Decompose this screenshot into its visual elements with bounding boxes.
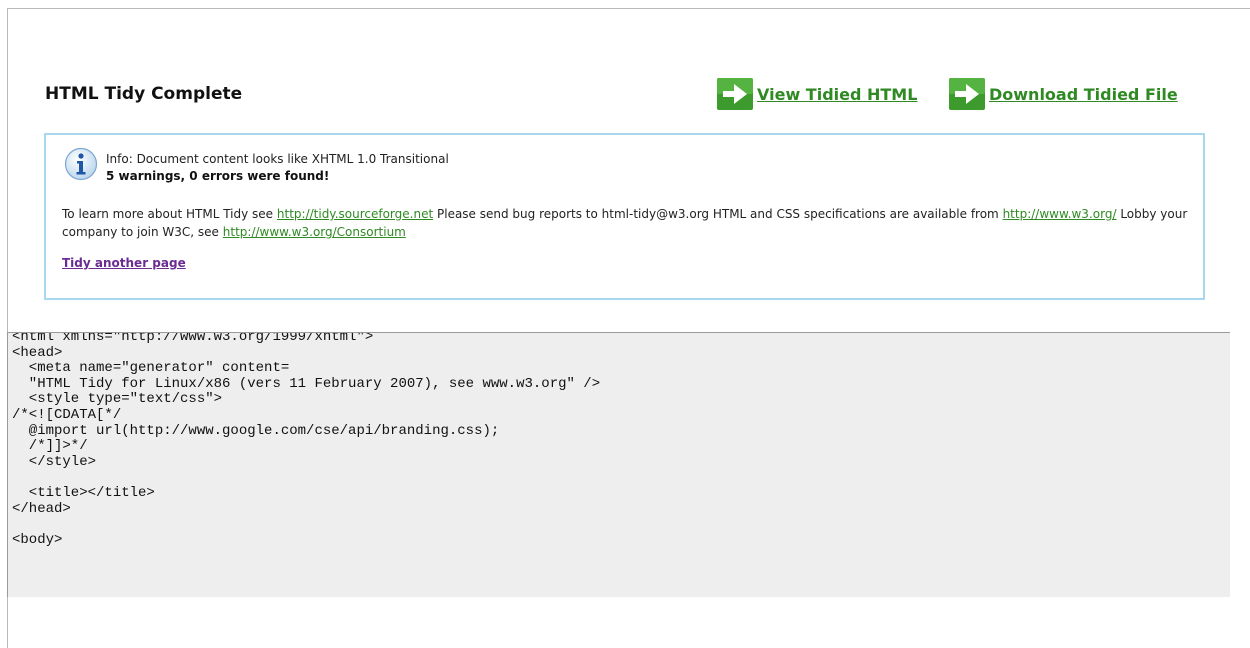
code-line: @import url(http://www.google.com/cse/ap…	[12, 422, 500, 439]
tidy-sourceforge-link[interactable]: http://tidy.sourceforge.net	[277, 207, 433, 221]
w3-link[interactable]: http://www.w3.org/	[1003, 207, 1117, 221]
download-tidied-file-label[interactable]: Download Tidied File	[989, 85, 1178, 104]
learn-text-mid: Please send bug reports to html-tidy@w3.…	[437, 207, 999, 221]
code-line: <head>	[12, 344, 63, 361]
w3-consortium-link[interactable]: http://www.w3.org/Consortium	[223, 225, 406, 239]
code-line: <style type="text/css">	[12, 391, 223, 408]
arrow-right-icon	[949, 78, 985, 110]
code-line: /*<![CDATA[*/	[12, 406, 122, 423]
tidied-code-textarea[interactable]: <html xmlns="http://www.w3.org/1999/xhtm…	[7, 332, 1230, 597]
code-line: <title></title>	[12, 484, 155, 501]
code-line: /*]]>*/	[12, 438, 88, 455]
view-tidied-html-label[interactable]: View Tidied HTML	[757, 85, 917, 104]
code-lines: <html xmlns="http://www.w3.org/1999/xhtm…	[9, 332, 601, 548]
info-panel: Info: Document content looks like XHTML …	[44, 133, 1205, 300]
code-line: </head>	[12, 500, 71, 517]
learn-more-text: To learn more about HTML Tidy see http:/…	[62, 205, 1192, 241]
view-tidied-html-button[interactable]: View Tidied HTML	[717, 78, 917, 110]
info-icon	[64, 147, 98, 181]
code-line: </style>	[12, 453, 97, 470]
code-line: <body>	[12, 531, 63, 548]
code-line: "HTML Tidy for Linux/x86 (vers 11 Februa…	[12, 375, 601, 392]
info-summary-text: 5 warnings, 0 errors were found!	[106, 169, 330, 183]
info-doctype-text: Info: Document content looks like XHTML …	[106, 152, 449, 166]
code-line: <html xmlns="http://www.w3.org/1999/xhtm…	[12, 332, 374, 345]
arrow-right-icon	[717, 78, 753, 110]
learn-text-prefix: To learn more about HTML Tidy see	[62, 207, 274, 221]
tidy-another-page-link[interactable]: Tidy another page	[62, 256, 186, 270]
code-line: <meta name="generator" content=	[12, 360, 290, 377]
download-tidied-file-button[interactable]: Download Tidied File	[949, 78, 1178, 110]
page-title: HTML Tidy Complete	[45, 84, 243, 104]
